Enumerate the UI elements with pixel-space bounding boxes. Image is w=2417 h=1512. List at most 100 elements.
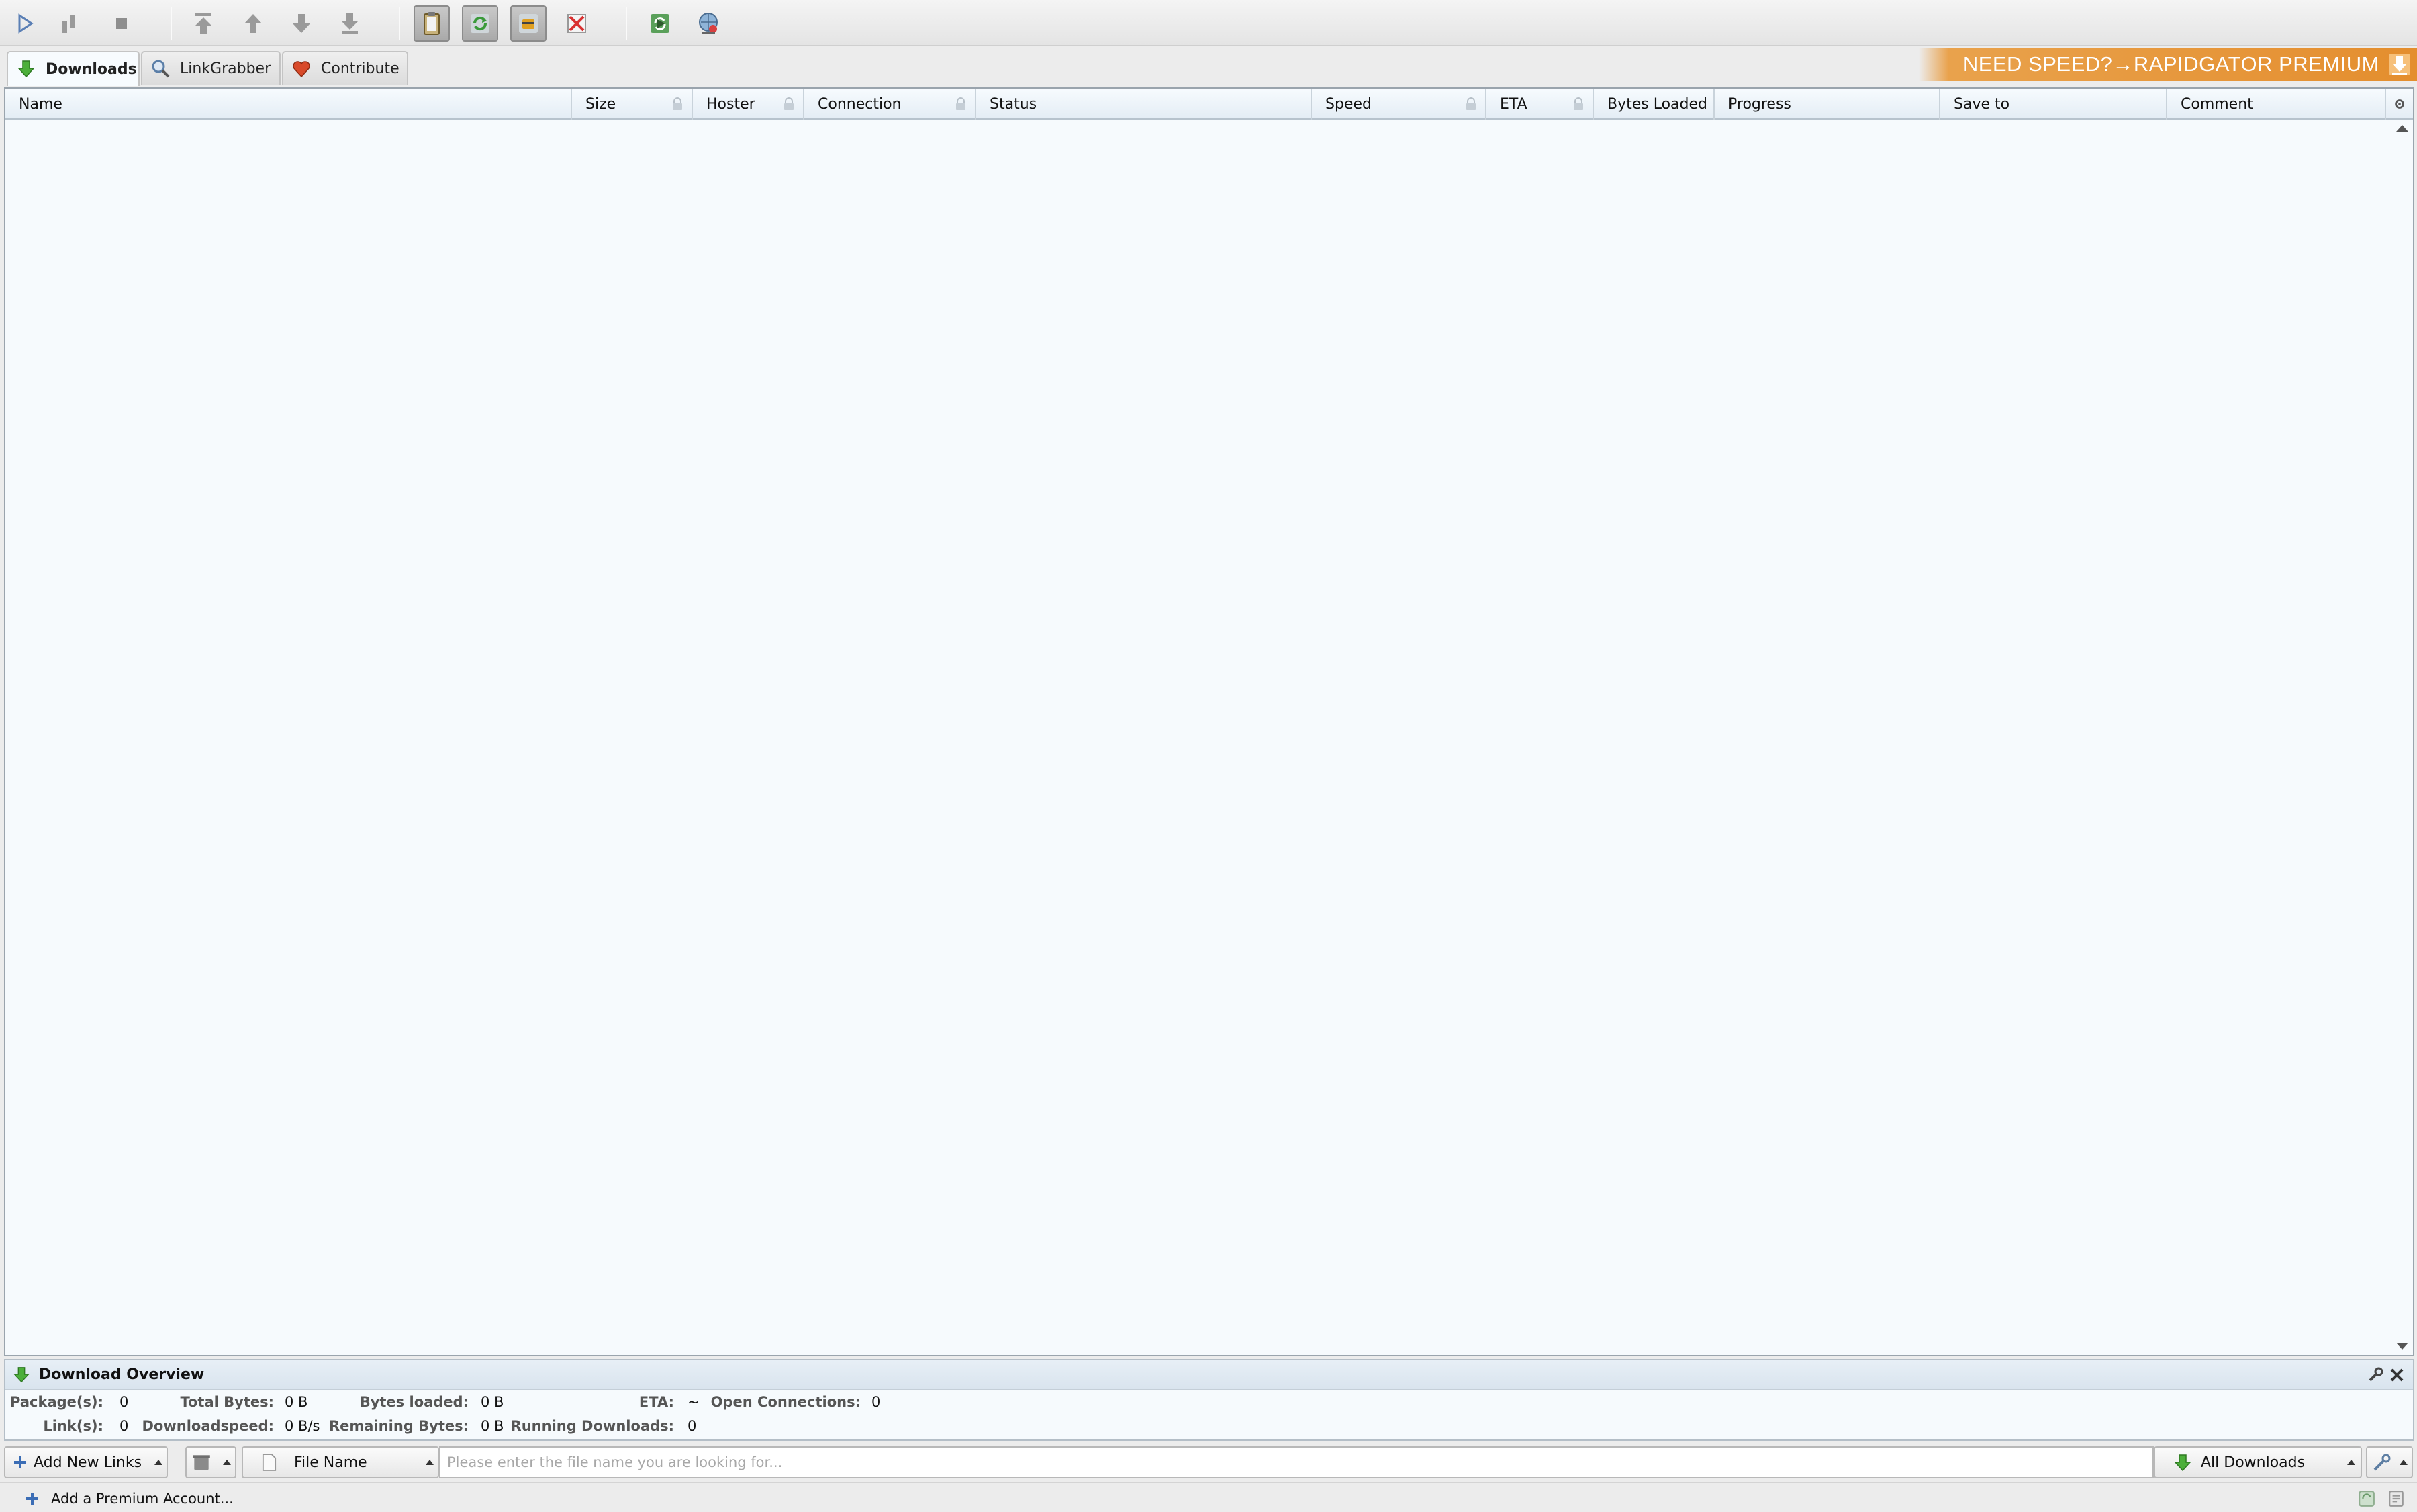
lock-icon [1574,97,1583,110]
chevron-up-icon [223,1460,231,1465]
tab-contribute[interactable]: Contribute [282,51,408,85]
tray-log-icon[interactable] [2387,1490,2405,1507]
plus-icon [14,1456,26,1468]
move-to-top-icon [195,13,211,34]
column-header-name[interactable]: Name [5,89,572,120]
column-header-eta[interactable]: ETA [1486,89,1594,120]
silent-mode-button[interactable] [559,5,595,42]
file-icon [262,1454,277,1471]
close-icon[interactable] [2387,1366,2406,1384]
move-down-button[interactable] [283,5,320,42]
lock-icon [956,97,965,110]
tools-icon [2373,1454,2391,1471]
column-header-status[interactable]: Status [976,89,1312,120]
quick-settings-button[interactable] [2366,1446,2413,1478]
remaining-bytes-label: Remaining Bytes: [329,1418,469,1434]
downloadspeed-value: 0 B/s [285,1418,320,1434]
add-new-links-button[interactable]: Add New Links [4,1446,168,1478]
reconnect-button[interactable] [642,5,678,42]
rapidgator-icon [2389,54,2410,75]
add-premium-account-link[interactable]: Add a Premium Account... [24,1489,234,1509]
move-up-button[interactable] [235,5,271,42]
overview-title: Download Overview [39,1366,205,1383]
bytes-loaded-label: Bytes loaded: [359,1394,469,1410]
gear-icon [2395,99,2404,109]
view-filter-selector[interactable]: All Downloads [2154,1446,2362,1478]
reconnect-icon [651,14,669,33]
add-new-links-label: Add New Links [34,1454,142,1471]
stop-icon [116,18,127,29]
total-bytes-value: 0 B [285,1394,308,1410]
remaining-bytes-value: 0 B [481,1418,504,1434]
move-down-icon [293,14,310,33]
scroll-up-arrow[interactable] [2396,125,2408,132]
silent-mode-icon [567,14,586,33]
status-bar: Add a Premium Account... [0,1482,2417,1512]
auto-reconnect-icon [471,14,489,33]
move-up-icon [244,14,262,33]
download-arrow-icon [13,1367,30,1383]
auto-reconnect-toggle[interactable] [462,5,498,42]
heart-icon [293,61,310,78]
tab-linkgrabber-label: LinkGrabber [180,60,271,77]
chevron-up-icon [154,1460,162,1465]
rapidgator-premium-banner[interactable]: NEED SPEED?→RAPIDGATOR PREMIUM [1919,48,2417,81]
download-overview-panel: Download Overview Package(s): 0 Total By… [4,1359,2414,1441]
column-header-hoster[interactable]: Hoster [693,89,804,120]
main-toolbar [0,0,2417,46]
download-arrow-icon [17,60,35,78]
column-header-progress[interactable]: Progress [1715,89,1940,120]
clipboard-observer-icon [424,12,440,35]
tab-contribute-label: Contribute [321,60,399,77]
lock-icon [673,97,682,110]
downloads-table[interactable]: Name Size Hoster Connection Status Speed… [4,87,2414,1356]
column-header-comment[interactable]: Comment [2167,89,2386,120]
move-to-top-button[interactable] [185,5,222,42]
play-icon [18,13,34,34]
trash-icon [193,1455,210,1470]
pause-downloads-button[interactable] [51,5,87,42]
total-bytes-label: Total Bytes: [180,1394,274,1410]
view-filter-label: All Downloads [2201,1454,2306,1471]
column-header-size[interactable]: Size [572,89,693,120]
chevron-up-icon [2347,1460,2355,1465]
plus-icon [26,1493,38,1505]
pause-icon [62,15,75,33]
scroll-down-arrow[interactable] [2396,1343,2408,1350]
links-label: Link(s): [43,1418,103,1434]
column-header-connection[interactable]: Connection [804,89,976,120]
packages-value: 0 [120,1394,129,1410]
move-to-bottom-icon [342,13,358,34]
running-downloads-value: 0 [688,1418,697,1434]
eta-value: ~ [688,1394,700,1410]
tab-downloads-label: Downloads [46,60,137,78]
column-header-speed[interactable]: Speed [1312,89,1486,120]
wrench-icon[interactable] [2367,1367,2383,1383]
open-connections-label: Open Connections: [710,1394,861,1410]
chevron-up-icon [426,1460,434,1465]
bottom-bar: Add New Links File Name All Downloads [0,1444,2417,1481]
clipboard-observer-toggle[interactable] [414,5,450,42]
premium-toggle-icon [519,14,538,33]
lock-icon [784,97,794,110]
column-header-save-to[interactable]: Save to [1940,89,2167,120]
column-header-bytes-loaded[interactable]: Bytes Loaded [1594,89,1715,120]
clear-list-button[interactable] [185,1446,236,1478]
running-downloads-label: Running Downloads: [510,1418,674,1434]
column-settings-button[interactable] [2386,89,2413,120]
vertical-scrollbar[interactable] [2393,120,2413,1355]
tab-downloads[interactable]: Downloads [7,51,140,86]
start-downloads-button[interactable] [7,5,43,42]
move-to-bottom-button[interactable] [332,5,368,42]
stop-downloads-button[interactable] [103,5,140,42]
tray-reconnect-icon[interactable] [2358,1490,2375,1507]
search-field-selector[interactable]: File Name [242,1446,439,1478]
table-body[interactable] [5,120,2393,1355]
premium-toggle[interactable] [510,5,547,42]
search-input[interactable] [439,1446,2154,1478]
tab-linkgrabber[interactable]: LinkGrabber [141,51,281,85]
add-premium-account-label: Add a Premium Account... [51,1491,234,1507]
magnifier-icon [152,60,170,78]
packages-label: Package(s): [10,1394,103,1410]
update-button[interactable] [690,5,726,42]
